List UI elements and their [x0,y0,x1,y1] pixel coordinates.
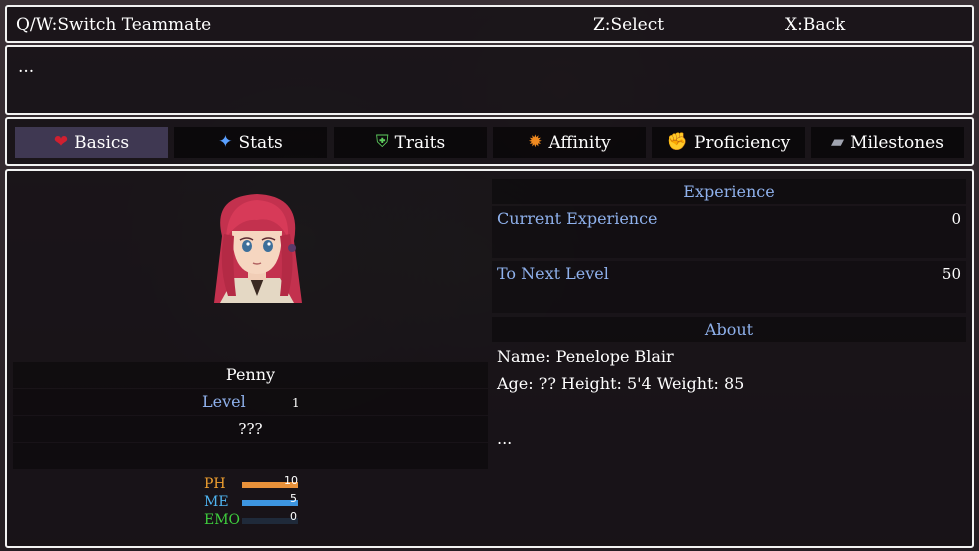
next-level-label: To Next Level [497,264,609,283]
tab-label: Milestones [850,132,944,153]
gauge-value: 0 [290,510,297,523]
status-window: Penny Level 1 ??? PH 10 ME 5 EMO 0 Exper… [5,169,974,548]
about-header: About [492,317,966,342]
fist-icon: ✊ [666,132,688,152]
gauge-label: EMO [204,512,241,528]
about-name: Name: Penelope Blair [497,347,674,366]
character-name-row: Penny [13,362,488,388]
switch-teammate-hint: Q/W:Switch Teammate [16,15,212,35]
select-hint: Z:Select [593,15,665,35]
next-level-row: To Next Level 50 [492,261,966,313]
level-row: Level 1 [13,389,488,415]
tab-basics[interactable]: ❤ Basics [15,127,168,158]
tab-bar: ❤ Basics ✦ Stats ⛨ Traits ✹ Affinity ✊ P… [5,117,974,166]
character-portrait [214,194,302,303]
current-experience-value: 0 [951,210,961,228]
gauge-value: 5 [290,492,297,505]
sun-icon: ✹ [528,132,543,152]
gauge-label: PH [204,476,226,492]
about-stats: Age: ?? Height: 5'4 Weight: 85 [497,374,745,393]
tab-label: Proficiency [693,132,791,153]
gauge-value: 10 [284,474,298,487]
tab-label: Stats [238,132,283,153]
experience-header: Experience [492,179,966,204]
back-hint: X:Back [785,15,846,35]
message-text: ... [18,57,35,77]
help-bar: Q/W:Switch Teammate Z:Select X:Back [5,5,974,43]
tab-traits[interactable]: ⛨ Traits [334,127,487,158]
tab-label: Affinity [548,132,611,153]
level-value: 1 [292,396,300,410]
shield-icon: ⛨ [375,132,389,152]
tab-label: Traits [394,132,446,153]
tab-stats[interactable]: ✦ Stats [174,127,327,158]
level-label: Level [202,392,246,411]
tab-label: Basics [74,132,130,153]
tab-affinity[interactable]: ✹ Affinity [493,127,646,158]
character-name: Penny [225,365,276,384]
character-class: ??? [238,420,263,438]
class-row: ??? [13,416,488,442]
tab-proficiency[interactable]: ✊ Proficiency [652,127,805,158]
current-experience-row: Current Experience 0 [492,206,966,258]
empty-row [13,443,488,469]
next-level-value: 50 [941,265,961,283]
tab-milestones[interactable]: ▰ Milestones [811,127,964,158]
message-window: ... [5,45,974,115]
about-more: ... [497,429,513,448]
gauge-label: ME [204,494,229,510]
heart-icon: ❤ [53,132,69,152]
book-icon: ▰ [831,132,845,152]
current-experience-label: Current Experience [497,209,658,228]
sparkle-icon: ✦ [218,132,233,152]
